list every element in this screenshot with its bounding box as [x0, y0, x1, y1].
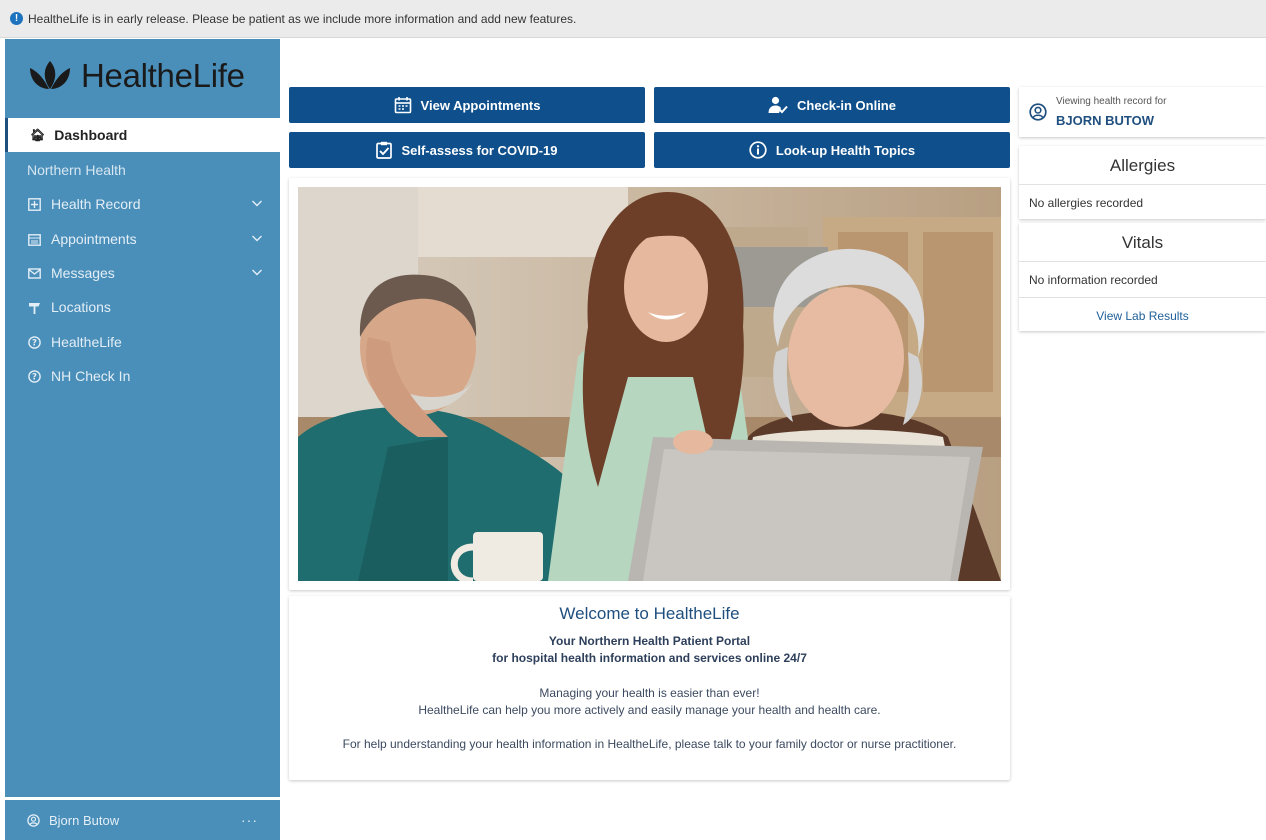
patient-name: BJORN BUTOW [1056, 113, 1154, 128]
svg-text:?: ? [32, 338, 37, 348]
sidebar-item-label: Health Record [51, 196, 141, 212]
sidebar-item-label: Dashboard [54, 127, 128, 143]
info-icon: ! [10, 12, 23, 25]
view-lab-results-link[interactable]: View Lab Results [1019, 297, 1266, 333]
health-record-owner-card[interactable]: Viewing health record for BJORN BUTOW [1019, 87, 1266, 137]
sidebar-item-appointments[interactable]: Appointments [27, 227, 267, 251]
view-appointments-button[interactable]: View Appointments [289, 87, 645, 123]
allergies-card: Allergies No allergies recorded [1019, 146, 1266, 219]
lookup-health-topics-button[interactable]: Look-up Health Topics [654, 132, 1010, 168]
sidebar-item-label: HealtheLife [51, 334, 122, 350]
messages-icon [27, 266, 41, 280]
welcome-line-1: Managing your health is easier than ever… [539, 686, 760, 700]
person-check-icon [768, 96, 788, 114]
info-circle-icon [749, 141, 767, 159]
check-in-online-label: Check-in Online [797, 97, 896, 113]
chevron-down-icon [252, 269, 262, 276]
sidebar-item-label: Appointments [51, 231, 137, 247]
vitals-card: Vitals No information recorded View Lab … [1019, 223, 1266, 331]
user-account-bar[interactable]: Bjorn Butow ··· [5, 800, 280, 840]
self-assess-covid-label: Self-assess for COVID-19 [401, 142, 558, 158]
home-icon: 🏠︎ [30, 128, 46, 142]
location-sign-icon [27, 300, 41, 314]
welcome-line-3: For help understanding your health infor… [342, 737, 957, 751]
sidebar-item-nh-check-in[interactable]: ? NH Check In [27, 364, 267, 388]
sidebar-item-messages[interactable]: Messages [27, 261, 267, 285]
user-circle-icon [27, 813, 40, 827]
allergies-value: No allergies recorded [1019, 184, 1266, 220]
lookup-health-topics-label: Look-up Health Topics [775, 142, 916, 158]
allergies-title: Allergies [1109, 156, 1176, 175]
check-in-online-button[interactable]: Check-in Online [654, 87, 1010, 123]
sidebar: HealtheLife 🏠︎ Dashboard Northern Health… [5, 39, 280, 797]
welcome-title: Welcome to HealtheLife [559, 604, 740, 623]
sidebar-item-label: NH Check In [51, 368, 131, 384]
user-circle-icon [1029, 103, 1047, 121]
welcome-subtitle-1: Your Northern Health Patient Portal [548, 634, 751, 648]
calendar-icon [394, 96, 412, 114]
sidebar-item-healthelife[interactable]: ? HealtheLife [27, 330, 267, 354]
welcome-card: Welcome to HealtheLife Your Northern Hea… [289, 596, 1010, 780]
help-icon: ? [27, 369, 41, 383]
sidebar-item-label: Locations [51, 299, 111, 315]
welcome-subtitle-2: for hospital health information and serv… [492, 651, 807, 665]
early-release-banner: ! HealtheLife is in early release. Pleas… [0, 0, 1266, 38]
viewing-record-label: Viewing health record for [1056, 96, 1167, 107]
chevron-down-icon [252, 200, 262, 207]
welcome-line-2: HealtheLife can help you more actively a… [418, 703, 881, 717]
banner-text: HealtheLife is in early release. Please … [28, 11, 577, 26]
hero-image-card [289, 178, 1010, 590]
sidebar-item-locations[interactable]: Locations [27, 295, 267, 319]
user-name: Bjorn Butow [49, 812, 120, 828]
logo-text: HealtheLife [81, 57, 245, 94]
view-appointments-label: View Appointments [420, 97, 541, 113]
clipboard-check-icon [376, 141, 393, 159]
sidebar-item-label: Messages [51, 265, 115, 281]
vitals-value: No information recorded [1019, 261, 1266, 297]
healthelife-logo[interactable]: HealtheLife [27, 57, 245, 95]
health-record-icon [27, 197, 41, 211]
svg-text:?: ? [32, 372, 37, 382]
user-menu-button[interactable]: ··· [241, 812, 258, 828]
self-assess-covid-button[interactable]: Self-assess for COVID-19 [289, 132, 645, 168]
vitals-title: Vitals [1121, 233, 1164, 252]
lotus-logo-icon [30, 61, 70, 89]
chevron-down-icon [252, 235, 262, 242]
help-icon: ? [27, 335, 41, 349]
sidebar-item-health-record[interactable]: Health Record [27, 192, 267, 216]
family-photo [298, 187, 1001, 581]
sidebar-section-northern-health: Northern Health [27, 162, 126, 178]
sidebar-item-dashboard[interactable]: 🏠︎ Dashboard [5, 118, 280, 152]
appointments-icon [27, 232, 41, 246]
